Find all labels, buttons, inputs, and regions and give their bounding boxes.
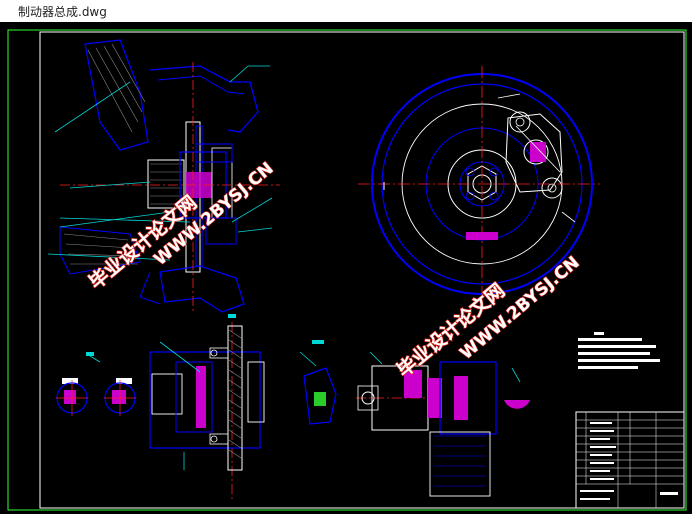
drawing-frame-inner <box>39 31 685 509</box>
window-title: 制动器总成.dwg <box>18 5 107 19</box>
caliper-section-bottom <box>149 314 265 500</box>
drawing-canvas[interactable]: 毕业设计论文网 WWW.2BYSJ.CN 毕业设计论文网 WWW.2BYSJ.C… <box>0 22 692 514</box>
piston-detail <box>299 340 337 425</box>
cad-drawing: 毕业设计论文网 WWW.2BYSJ.CN 毕业设计论文网 WWW.2BYSJ.C… <box>7 29 687 511</box>
technical-notes <box>578 332 660 369</box>
assembly-section-bottom-right <box>356 351 530 497</box>
detail-views-bottom-left <box>56 352 136 416</box>
title-block <box>575 411 685 509</box>
window-titlebar: 制动器总成.dwg <box>0 0 692 22</box>
